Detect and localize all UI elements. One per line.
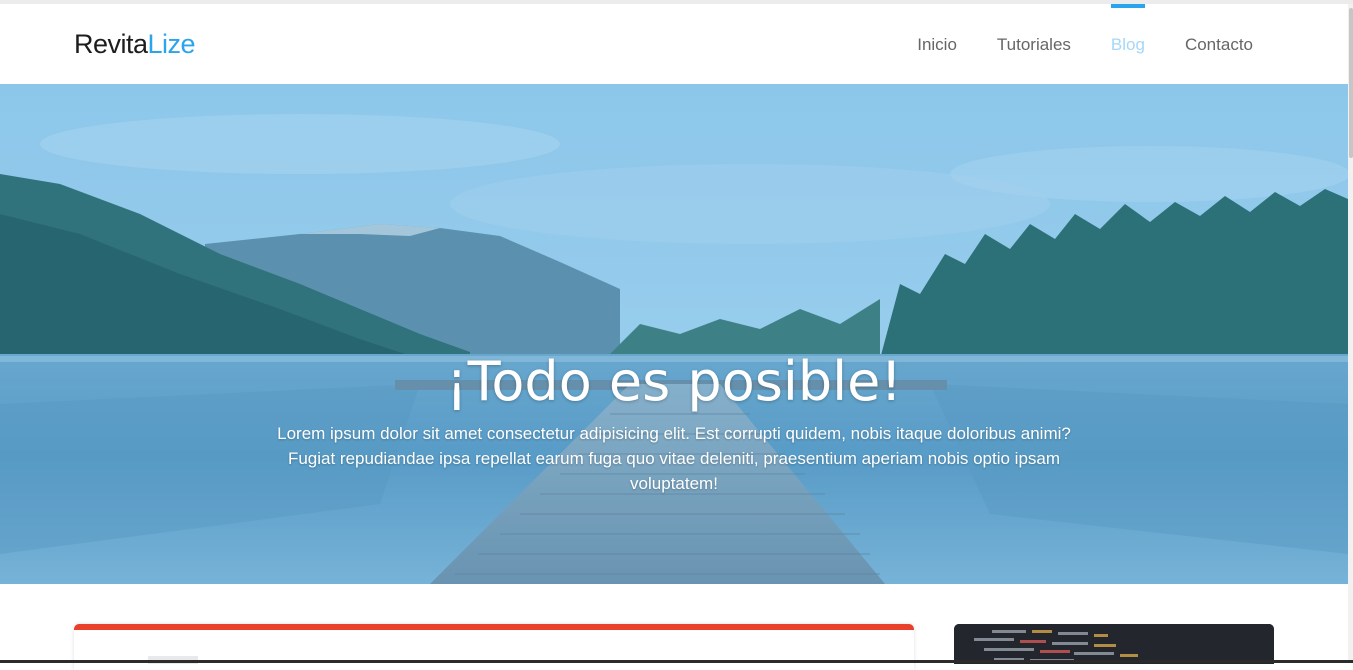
nav-item-label: Inicio [917,35,957,54]
logo-part-2: Lize [147,29,196,59]
nav-item-tutoriales[interactable]: Tutoriales [997,4,1071,84]
sidebar-card-image[interactable] [954,624,1274,664]
hero-section: ¡Todo es posible! Lorem ipsum dolor sit … [0,84,1348,584]
nav-item-label: Contacto [1184,35,1253,54]
nav-item-label: Tutoriales [996,35,1071,54]
code-image [954,624,1274,664]
logo[interactable]: RevitaLize [74,27,196,61]
hero-title: ¡Todo es posible! [445,350,903,413]
logo-part-1: Revita [74,29,148,59]
nav-item-contacto[interactable]: Contacto [1185,4,1253,84]
main-nav: Inicio Tutoriales Blog Contacto [877,4,1253,84]
post-card[interactable] [74,624,914,670]
active-indicator [1110,4,1145,8]
nav-item-label: Blog [1110,35,1145,54]
nav-item-inicio[interactable]: Inicio [917,4,957,84]
hero-background-image [0,84,1348,584]
page-scrollbar-thumb[interactable] [1349,8,1353,158]
nav-item-blog[interactable]: Blog [1110,4,1145,84]
navbar: RevitaLize Inicio Tutoriales Blog Contac… [0,4,1348,84]
hero-description: Lorem ipsum dolor sit amet consectetur a… [277,424,1071,493]
